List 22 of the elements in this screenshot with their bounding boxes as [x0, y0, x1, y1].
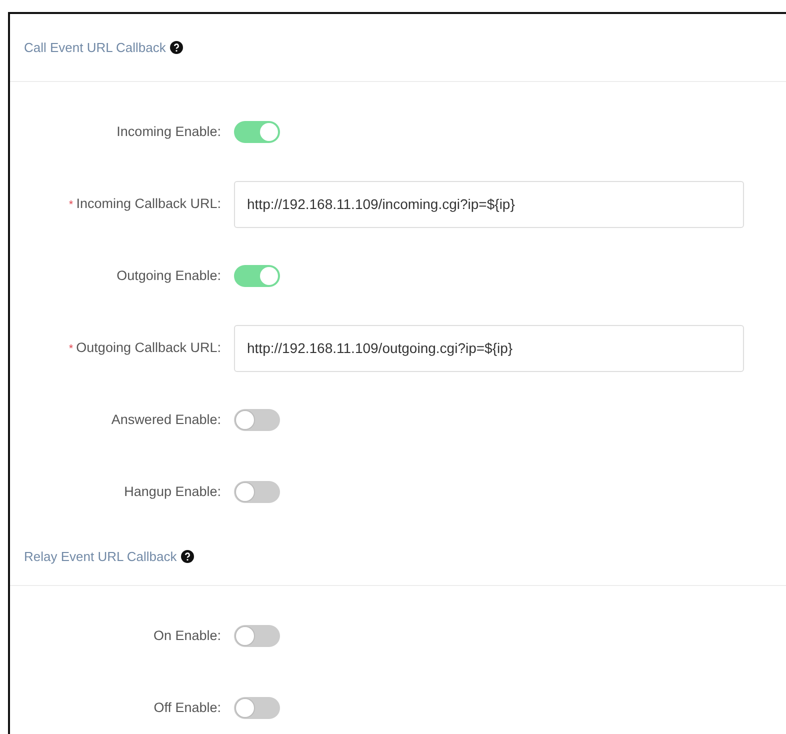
field-label: Answered Enable: [111, 412, 221, 427]
field-label: Outgoing Callback URL: [76, 340, 221, 355]
required-mark: * [68, 198, 74, 211]
help-icon[interactable] [180, 550, 194, 563]
field-label: Off Enable: [154, 700, 221, 715]
section-title: Relay Event URL Callback [24, 548, 177, 566]
toggle-switch[interactable] [234, 121, 280, 143]
url-input-field[interactable]: http://192.168.11.109/incoming.cgi?ip=${ip} [234, 180, 744, 228]
section-title: Call Event URL Callback [24, 38, 166, 57]
field-label: Incoming Callback URL: [76, 196, 221, 211]
toggle-switch[interactable] [234, 409, 280, 431]
toggle-switch[interactable] [234, 697, 280, 719]
help-icon[interactable] [170, 41, 183, 54]
field-label: Incoming Enable: [116, 124, 221, 139]
field-label: On Enable: [153, 628, 221, 643]
required-mark: * [68, 342, 74, 355]
field-label: Outgoing Enable: [116, 268, 221, 283]
toggle-switch[interactable] [234, 265, 280, 287]
field-label: Hangup Enable: [124, 484, 221, 499]
toggle-switch[interactable] [234, 625, 280, 647]
url-input-field[interactable]: http://192.168.11.109/outgoing.cgi?ip=${ip} [234, 324, 744, 372]
toggle-switch[interactable] [234, 481, 280, 503]
